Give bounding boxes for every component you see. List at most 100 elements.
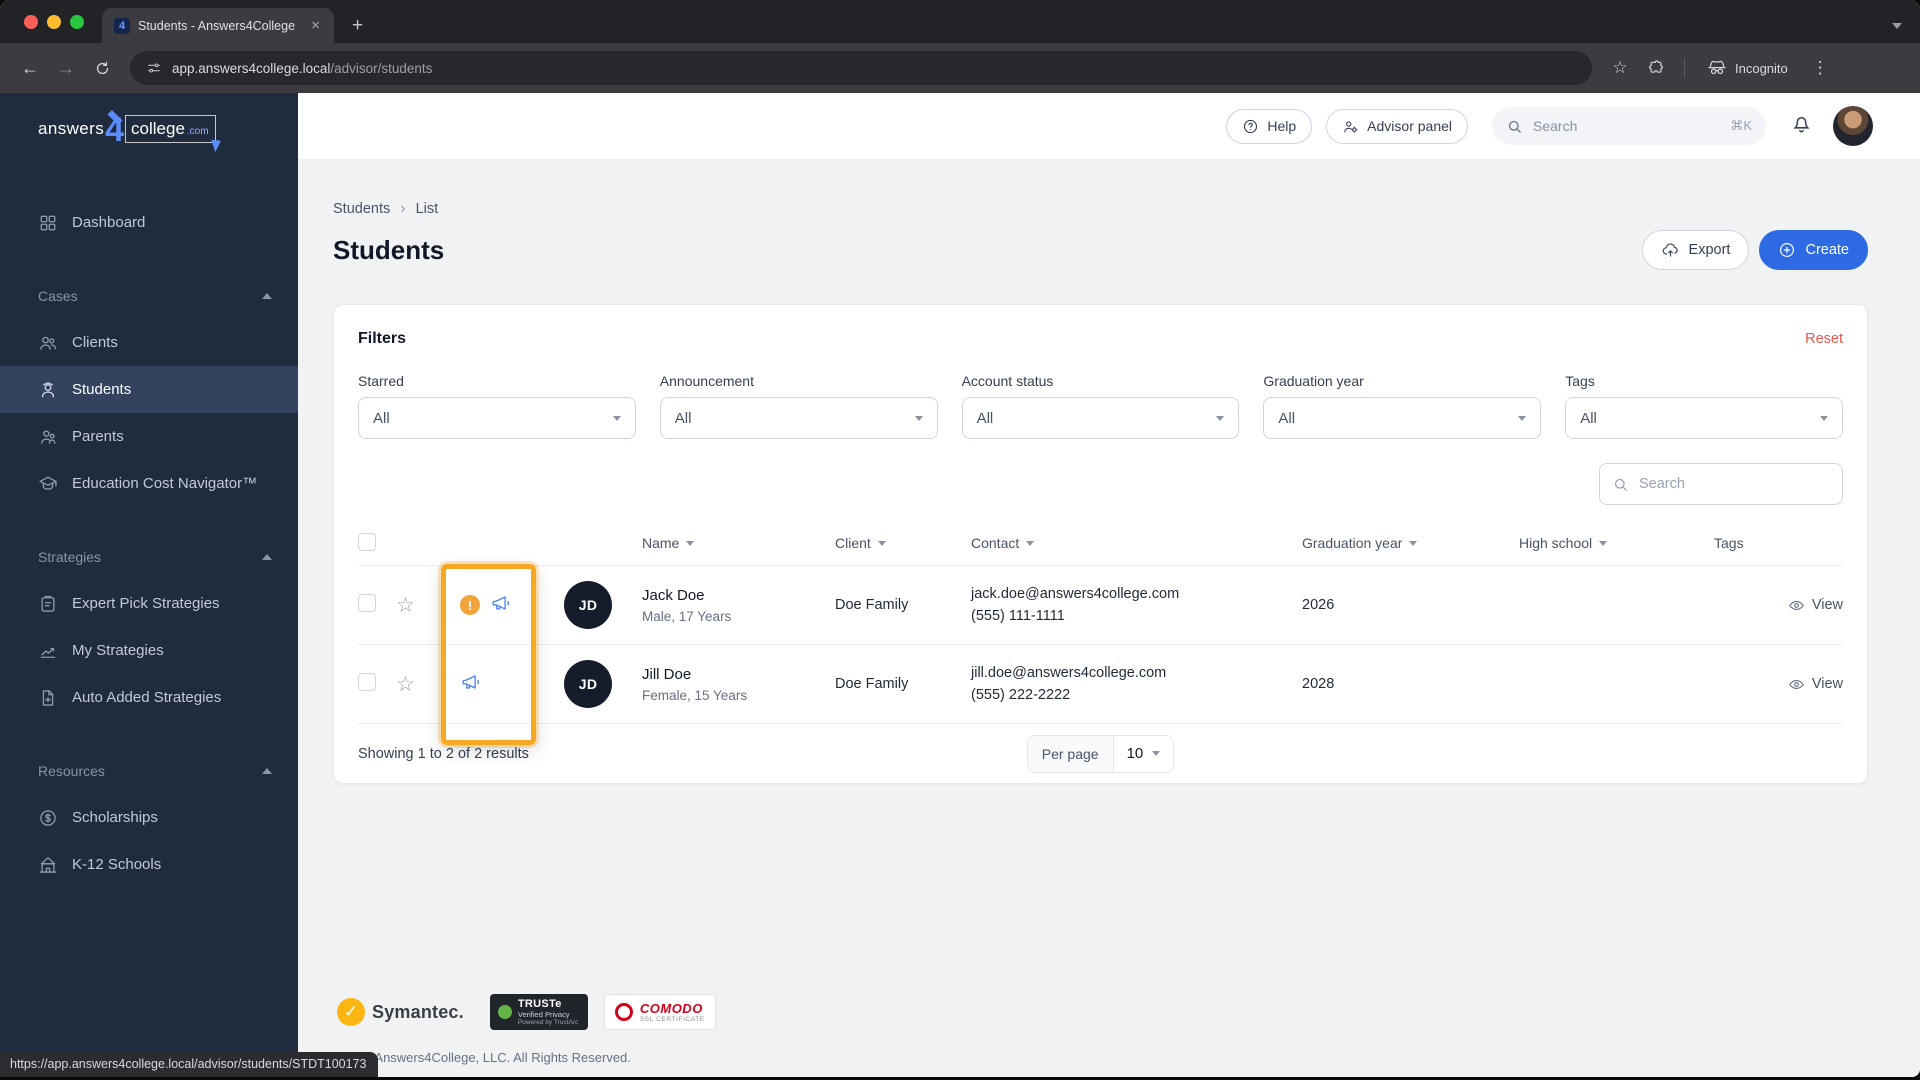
announcement-filter-select[interactable]: All [659, 397, 938, 439]
global-search[interactable]: ⌘K [1492, 107, 1766, 145]
sidebar-section-strategies[interactable]: Strategies [0, 533, 298, 580]
select-all-checkbox[interactable] [358, 532, 376, 551]
breadcrumb-students[interactable]: Students [333, 201, 390, 217]
filter-label: Graduation year [1263, 373, 1364, 389]
tab-close-icon[interactable]: × [307, 16, 324, 35]
create-button[interactable]: Create [1759, 230, 1868, 270]
sidebar-section-resources[interactable]: Resources [0, 747, 298, 794]
advisor-icon [1344, 120, 1358, 133]
reload-button[interactable] [86, 52, 118, 84]
clients-icon [40, 336, 57, 350]
help-button[interactable]: Help [1226, 108, 1313, 144]
tags-filter-select[interactable]: All [1565, 397, 1843, 439]
sidebar-item-parents[interactable]: Parents [0, 413, 298, 460]
account-status-filter-select[interactable]: All [961, 397, 1240, 439]
student-name: Jill Doe [642, 665, 692, 683]
new-tab-button[interactable]: + [344, 15, 371, 37]
eye-icon [1788, 600, 1804, 610]
filter-label: Starred [358, 373, 404, 389]
sidebar-item-my-strategies[interactable]: My Strategies [0, 627, 298, 674]
graduation-year: 2026 [1302, 597, 1335, 613]
chevron-down-icon [612, 415, 621, 421]
forward-button[interactable]: → [50, 52, 82, 84]
sidebar-item-scholarships[interactable]: Scholarships [0, 794, 298, 841]
sidebar-item-label: Expert Pick Strategies [72, 595, 220, 612]
incognito-label: Incognito [1735, 60, 1788, 76]
minimize-window-button[interactable] [47, 14, 61, 29]
view-button[interactable]: View [1788, 676, 1843, 693]
title-row: Students Export Create [333, 230, 1868, 270]
truste-seal[interactable]: TRUSTe Verified Privacy Powered by Trust… [489, 994, 588, 1030]
notifications-bell-icon[interactable] [1790, 112, 1813, 140]
browser-tab[interactable]: 4 Students - Answers4College × [102, 8, 334, 43]
help-label: Help [1267, 118, 1297, 134]
per-page-select[interactable]: 10 [1113, 735, 1174, 772]
cloud-upload-icon [1662, 242, 1678, 257]
sidebar-item-clients[interactable]: Clients [0, 319, 298, 366]
row-checkbox[interactable] [358, 594, 376, 612]
sidebar-section-cases[interactable]: Cases [0, 272, 298, 319]
column-header-contact[interactable]: Contact [971, 535, 1302, 551]
logo-word-answers: answers [38, 119, 105, 138]
main-column: Help Advisor panel ⌘K Student [298, 93, 1920, 1077]
sidebar-item-students[interactable]: Students [0, 366, 298, 413]
tab-search-icon[interactable] [1892, 23, 1902, 29]
chevron-up-icon [262, 292, 272, 299]
graduation-year: 2028 [1302, 676, 1335, 692]
export-button[interactable]: Export [1641, 230, 1750, 270]
student-row-jill-doe: ☆ JD Jill Doe Female, 15 Years Doe Famil… [358, 644, 1843, 723]
chevron-down-icon [1216, 415, 1225, 421]
starred-filter-select[interactable]: All [358, 397, 636, 439]
browser-menu-icon[interactable]: ⋮ [1802, 58, 1835, 78]
logo-word-college: college [131, 119, 185, 138]
table-search-input[interactable] [1639, 476, 1830, 492]
client-cell: Doe Family [835, 597, 971, 613]
sidebar-item-expert-pick-strategies[interactable]: Expert Pick Strategies [0, 580, 298, 627]
sidebar-item-education-cost-navigator[interactable]: Education Cost Navigator™ [0, 460, 298, 507]
chart-icon [40, 647, 56, 658]
per-page-value: 10 [1126, 745, 1144, 762]
search-icon [1614, 478, 1627, 491]
extensions-icon[interactable] [1640, 52, 1672, 84]
sidebar-item-dashboard[interactable]: Dashboard [0, 199, 298, 246]
chevron-up-icon [262, 767, 272, 774]
sidebar-item-label: Scholarships [72, 809, 158, 826]
announcement-megaphone-icon [460, 671, 482, 697]
view-button[interactable]: View [1788, 597, 1843, 614]
bookmark-star-icon[interactable]: ☆ [1604, 52, 1636, 84]
star-icon[interactable]: ☆ [396, 594, 415, 617]
app-logo[interactable]: answers 4 college .com [0, 93, 298, 165]
global-search-input[interactable] [1533, 118, 1721, 134]
screen: 4 Students - Answers4College × + ← → app… [0, 0, 1920, 1080]
close-window-button[interactable] [24, 14, 38, 29]
symantec-seal[interactable]: ✓ Symantec. [333, 994, 474, 1030]
student-email: jack.doe@answers4college.com [971, 586, 1180, 602]
graduation-year-filter-select[interactable]: All [1263, 397, 1542, 439]
column-header-tags: Tags [1714, 535, 1783, 551]
advisor-panel-button[interactable]: Advisor panel [1326, 108, 1468, 144]
announcement-megaphone-icon [490, 592, 512, 618]
user-avatar[interactable] [1833, 106, 1873, 146]
search-shortcut: ⌘K [1730, 118, 1752, 133]
plus-circle-icon [1780, 243, 1795, 257]
reset-filters-link[interactable]: Reset [1805, 331, 1843, 347]
comodo-seal[interactable]: COMODO SSL CERTIFICATE [603, 994, 716, 1030]
column-header-graduation-year[interactable]: Graduation year [1302, 535, 1519, 551]
incognito-icon [1708, 60, 1726, 75]
sidebar-item-auto-added-strategies[interactable]: Auto Added Strategies [0, 674, 298, 721]
filter-label: Announcement [659, 373, 754, 389]
sort-caret-icon [686, 540, 695, 546]
row-checkbox[interactable] [358, 673, 376, 691]
zoom-window-button[interactable] [70, 14, 84, 29]
url-bar[interactable]: app.answers4college.local/advisor/studen… [130, 51, 1592, 85]
student-row-jack-doe: ☆ ! JD Jack Doe Male, 17 Years Doe Famil… [358, 565, 1843, 644]
sidebar-item-k12-schools[interactable]: K-12 Schools [0, 841, 298, 888]
back-button[interactable]: ← [14, 52, 46, 84]
column-header-high-school[interactable]: High school [1519, 535, 1714, 551]
column-header-name[interactable]: Name [642, 535, 835, 551]
column-header-client[interactable]: Client [835, 535, 971, 551]
table-search[interactable] [1599, 463, 1843, 505]
star-icon[interactable]: ☆ [396, 673, 415, 696]
section-label: Strategies [38, 548, 102, 565]
student-name: Jack Doe [642, 586, 705, 604]
